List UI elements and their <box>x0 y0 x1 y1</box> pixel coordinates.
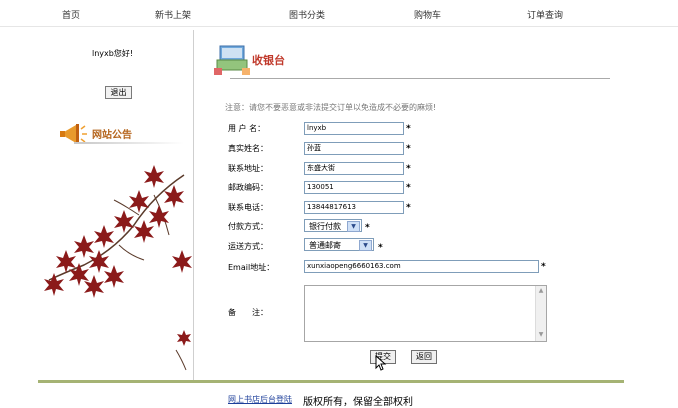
nav-new-books[interactable]: 新书上架 <box>155 8 191 21</box>
logout-button[interactable]: 退出 <box>105 86 132 99</box>
required-mark: * <box>365 223 370 233</box>
scroll-down-icon[interactable]: ▼ <box>537 331 545 338</box>
required-mark: * <box>406 203 411 213</box>
required-mark: * <box>406 183 411 193</box>
mouse-cursor-icon <box>375 355 387 371</box>
phone-label: 联系电话： <box>228 203 268 212</box>
payment-select[interactable]: 银行付款 ▼ <box>304 219 362 232</box>
footer-divider <box>38 380 624 383</box>
scroll-up-icon[interactable]: ▲ <box>537 287 545 294</box>
required-mark: * <box>378 243 383 253</box>
copyright-text: 版权所有，保留全部权利 <box>303 397 413 408</box>
shipping-label: 运送方式： <box>228 242 268 251</box>
cashier-icon <box>214 45 250 75</box>
postcode-field[interactable] <box>304 181 404 194</box>
required-mark: * <box>406 144 411 154</box>
realname-field[interactable] <box>304 142 404 155</box>
top-nav: 首页 新书上架 图书分类 购物车 订单查询 <box>0 0 678 28</box>
user-greeting: lnyxb您好! <box>92 49 134 58</box>
username-label: 用 户 名： <box>228 124 266 133</box>
notice-underline <box>74 142 184 144</box>
checkout-header: 收银台 <box>210 40 610 80</box>
address-field[interactable] <box>304 162 404 175</box>
postcode-label: 邮政编码： <box>228 183 268 192</box>
shipping-select-value: 普通邮寄 <box>309 241 341 250</box>
nav-orders[interactable]: 订单查询 <box>527 8 563 21</box>
username-field[interactable] <box>304 122 404 135</box>
nav-categories[interactable]: 图书分类 <box>289 8 325 21</box>
page-title: 收银台 <box>252 54 285 67</box>
chevron-down-icon: ▼ <box>347 221 360 232</box>
email-field[interactable] <box>304 260 539 273</box>
required-mark: * <box>406 124 411 134</box>
nav-divider <box>0 26 678 27</box>
notice-header: 网站公告 <box>56 118 196 158</box>
nav-cart[interactable]: 购物车 <box>414 8 441 21</box>
title-divider <box>230 78 610 79</box>
payment-select-value: 银行付款 <box>309 222 341 231</box>
address-label: 联系地址： <box>228 164 268 173</box>
nav-home[interactable]: 首页 <box>62 8 80 21</box>
shipping-select[interactable]: 普通邮寄 ▼ <box>304 238 374 251</box>
maple-branch-image <box>44 165 192 371</box>
phone-field[interactable] <box>304 201 404 214</box>
required-mark: * <box>406 164 411 174</box>
payment-label: 付款方式： <box>228 222 268 231</box>
chevron-down-icon: ▼ <box>359 240 372 251</box>
remark-label: 备 注： <box>228 308 268 317</box>
email-label: Email地址： <box>228 263 275 272</box>
notice-title: 网站公告 <box>92 130 132 141</box>
realname-label: 真实姓名： <box>228 144 268 153</box>
warning-text: 注意：请您不要恶意或非法提交订单以免造成不必要的麻烦! <box>225 103 437 112</box>
remark-textarea[interactable]: ▲ ▼ <box>304 285 547 342</box>
back-button[interactable]: 返回 <box>411 350 437 364</box>
textarea-scrollbar[interactable]: ▲ ▼ <box>535 286 546 341</box>
required-mark: * <box>541 262 546 272</box>
admin-login-link[interactable]: 网上书店后台登陆 <box>228 394 292 405</box>
